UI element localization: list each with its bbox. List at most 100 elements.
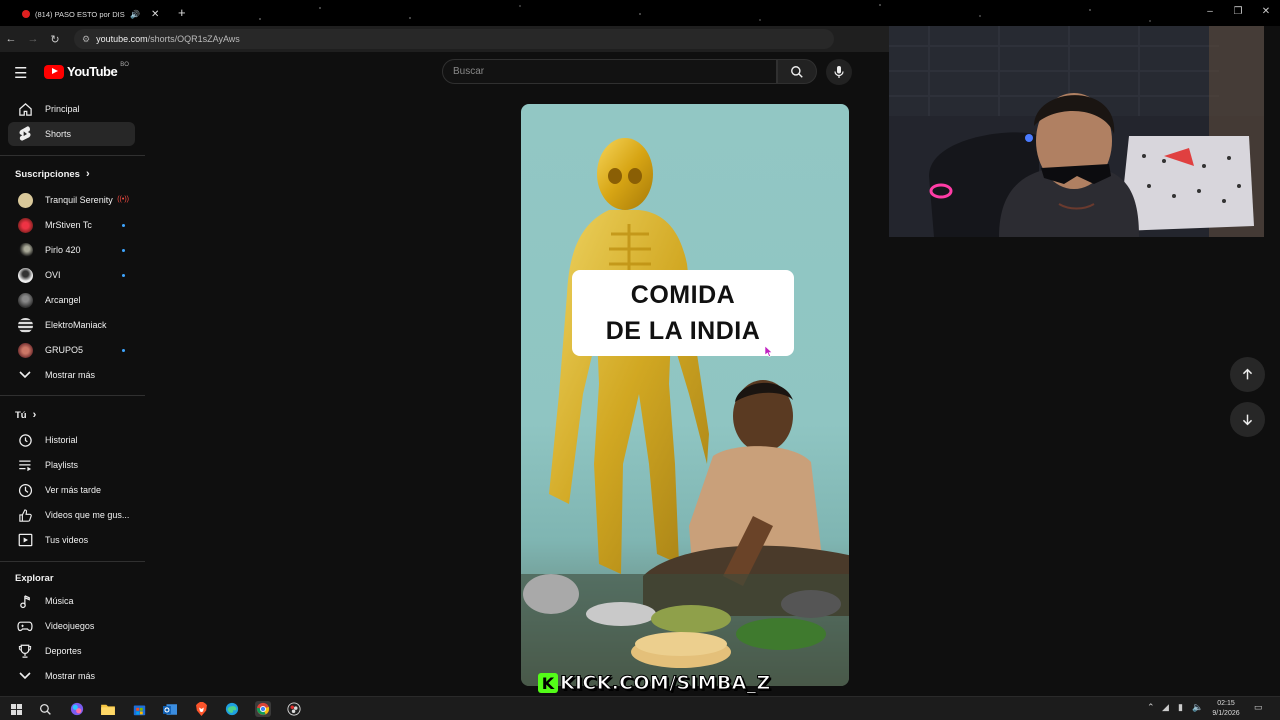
sidebar-item-label: Videos que me gus... <box>45 510 130 520</box>
address-bar: ← → ↻ ⚙ youtube.com/shorts/OQR1sZAyAws <box>0 26 890 52</box>
explore-heading: Explorar <box>15 573 54 584</box>
battery-icon[interactable]: ▮ <box>1178 702 1183 713</box>
subscription-label: Arcangel <box>45 295 81 305</box>
next-short-button[interactable] <box>1230 402 1265 437</box>
shorts-icon <box>10 126 40 142</box>
windows-taskbar: ⌃ ◢ ▮ 🔈 02:15 9/1/2026 ▭ <box>0 696 1280 720</box>
logo-text: YouTube <box>67 64 118 79</box>
subscription-label: Pirlo 420 <box>45 245 81 255</box>
taskbar-clock[interactable]: 02:15 9/1/2026 <box>1206 699 1246 719</box>
outlook-icon[interactable] <box>162 701 178 717</box>
subscription-label: OVI <box>45 270 61 280</box>
search-button[interactable] <box>777 59 817 84</box>
subscription-item[interactable]: MrStiven Tc <box>8 213 135 237</box>
new-content-dot <box>122 224 125 227</box>
arrow-up-icon <box>1242 368 1253 380</box>
browser-tab[interactable]: (814) PASO ESTO por DISC 🔊 ✕ <box>22 4 172 24</box>
speaker-icon[interactable]: 🔊 <box>130 10 140 19</box>
youtube-favicon-icon <box>22 10 30 18</box>
network-icon[interactable]: ◢ <box>1162 702 1169 713</box>
arrow-down-icon <box>1242 414 1253 426</box>
show-more-label: Mostrar más <box>45 370 96 380</box>
kick-overlay: K KICK.COM/SIMBA_Z <box>538 670 771 696</box>
file-explorer-icon[interactable] <box>100 701 116 717</box>
subscription-item[interactable]: OVI <box>8 263 135 287</box>
chevron-right-icon: › <box>32 409 37 421</box>
you-heading[interactable]: Tú › <box>15 409 36 421</box>
avatar <box>17 217 33 233</box>
forward-arrow-icon[interactable]: → <box>22 33 44 45</box>
sidebar-item-your-videos[interactable]: Tus videos <box>8 528 135 552</box>
show-more-label: Mostrar más <box>45 671 96 681</box>
sidebar-item-label: Historial <box>45 435 78 445</box>
previous-short-button[interactable] <box>1230 357 1265 392</box>
sidebar-item-principal[interactable]: Principal <box>8 97 135 121</box>
hamburger-menu-icon[interactable]: ☰ <box>14 64 27 82</box>
search-icon[interactable] <box>37 701 53 717</box>
subscription-item[interactable]: Pirlo 420 <box>8 238 135 262</box>
new-tab-button[interactable]: + <box>178 5 186 20</box>
reload-icon[interactable]: ↻ <box>44 33 66 46</box>
gaming-icon <box>10 620 40 633</box>
avatar <box>17 267 33 283</box>
obs-studio-icon[interactable] <box>286 701 302 717</box>
show-more-button[interactable]: Mostrar más <box>8 363 135 387</box>
back-arrow-icon[interactable]: ← <box>0 33 22 45</box>
sidebar-item-history[interactable]: Historial <box>8 428 135 452</box>
new-content-dot <box>122 274 125 277</box>
kick-url-text: KICK.COM/SIMBA_Z <box>560 672 771 695</box>
sidebar-item-liked-videos[interactable]: Videos que me gus... <box>8 503 135 527</box>
sidebar-item-label: Tus videos <box>45 535 89 545</box>
subscriptions-title: Suscripciones <box>15 168 80 180</box>
search-icon <box>791 65 803 78</box>
maximize-button[interactable]: ❐ <box>1224 0 1252 26</box>
country-code: BO <box>120 61 129 68</box>
subscription-item[interactable]: Arcangel <box>8 288 135 312</box>
edge-browser-icon[interactable] <box>224 701 240 717</box>
trophy-icon <box>10 644 40 659</box>
site-info-icon[interactable]: ⚙ <box>82 34 90 45</box>
you-title: Tú <box>15 409 27 421</box>
subscription-item[interactable]: Tranquil Serenity ((•)) <box>8 188 135 212</box>
chevron-right-icon: › <box>85 168 90 180</box>
sidebar-item-playlists[interactable]: Playlists <box>8 453 135 477</box>
history-icon <box>10 433 40 448</box>
subscriptions-heading[interactable]: Suscripciones › <box>15 168 90 180</box>
avatar <box>17 242 33 258</box>
window-controls: – ❐ ✕ <box>1196 0 1280 26</box>
short-video-player[interactable]: COMIDA DE LA INDIA <box>521 104 849 686</box>
windows-start-icon[interactable] <box>8 701 24 717</box>
caption-line-1: COMIDA <box>630 281 736 309</box>
voice-search-button[interactable] <box>826 59 852 85</box>
subscription-item[interactable]: GRUPO5 <box>8 338 135 362</box>
sidebar-item-gaming[interactable]: Videojuegos <box>8 614 135 638</box>
caption-line-2: DE LA INDIA <box>605 317 761 345</box>
sidebar-item-sports[interactable]: Deportes <box>8 639 135 663</box>
store-icon[interactable] <box>131 701 147 717</box>
notifications-icon[interactable]: ▭ <box>1254 702 1263 713</box>
search-input[interactable]: Buscar <box>442 59 777 84</box>
subscription-item[interactable]: ElektroManiack <box>8 313 135 337</box>
minimize-button[interactable]: – <box>1196 0 1224 26</box>
sidebar-item-watch-later[interactable]: Ver más tarde <box>8 478 135 502</box>
close-tab-icon[interactable]: ✕ <box>151 9 159 20</box>
url-field[interactable]: ⚙ youtube.com/shorts/OQR1sZAyAws <box>74 29 834 49</box>
your-videos-icon <box>10 533 40 547</box>
tray-expand-icon[interactable]: ⌃ <box>1147 702 1155 713</box>
browser-tab-bar: (814) PASO ESTO por DISC 🔊 ✕ + – ❐ ✕ <box>0 0 1280 26</box>
youtube-logo[interactable]: YouTube BO <box>44 61 129 79</box>
brave-browser-icon[interactable] <box>193 701 209 717</box>
avatar <box>17 317 33 333</box>
liked-icon <box>10 508 40 523</box>
show-more-button[interactable]: Mostrar más <box>8 664 135 688</box>
streamer-webcam-image <box>889 26 1264 237</box>
url-host: youtube.com <box>96 34 148 44</box>
close-window-button[interactable]: ✕ <box>1252 0 1280 26</box>
volume-icon[interactable]: 🔈 <box>1192 702 1203 713</box>
copilot-icon[interactable] <box>69 701 85 717</box>
clock-date: 9/1/2026 <box>1212 710 1240 717</box>
sidebar-item-shorts[interactable]: Shorts <box>8 122 135 146</box>
microphone-icon <box>834 66 844 78</box>
sidebar-item-music[interactable]: Música <box>8 589 135 613</box>
chrome-browser-icon[interactable] <box>255 701 271 717</box>
